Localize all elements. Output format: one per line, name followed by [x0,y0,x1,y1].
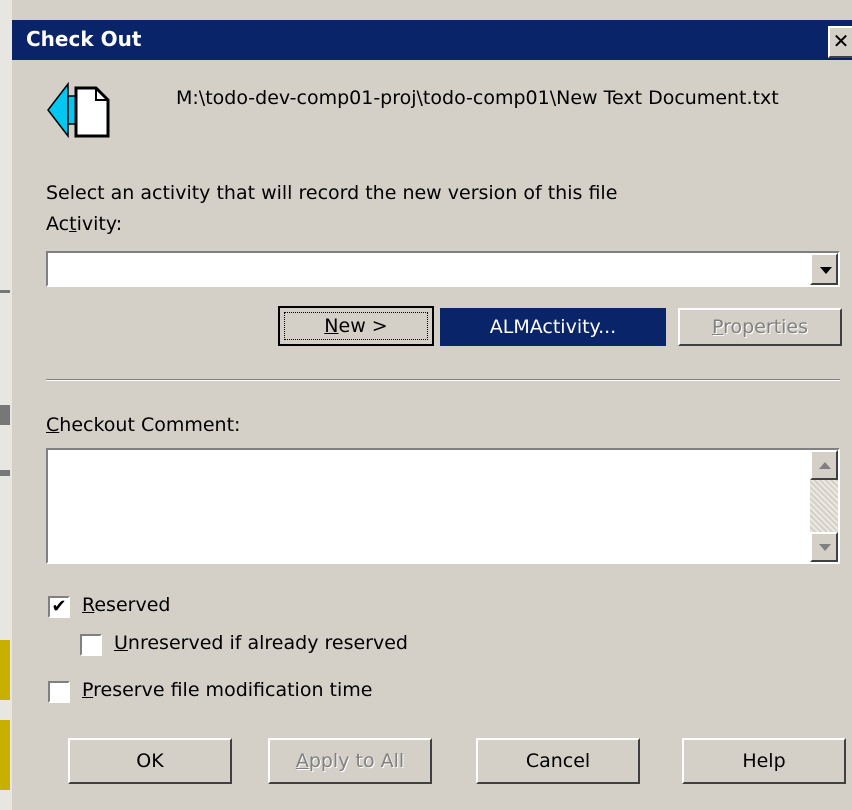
activity-combo[interactable] [46,251,840,287]
background-mark [0,405,10,425]
activity-prompt: Select an activity that will record the … [46,182,618,204]
preserve-time-label: Preserve file modification time [82,679,373,701]
unreserved-label: Unreserved if already reserved [114,632,408,654]
background-mark [0,470,10,476]
preserve-time-checkbox[interactable] [48,681,70,703]
properties-button[interactable]: Properties [678,308,842,346]
background-mark [0,720,10,790]
activity-label: Activity: [46,213,123,235]
scroll-up-icon[interactable] [810,450,838,480]
background-window-strip [0,0,12,810]
close-icon: ✕ [832,29,850,53]
comment-scrollbar[interactable] [810,450,838,562]
alm-activity-button[interactable]: ALMActivity... [440,308,666,346]
reserved-checkbox[interactable]: ✔ [48,596,70,618]
cancel-button[interactable]: Cancel [476,738,640,784]
checkout-comment-label: Checkout Comment: [46,414,241,436]
reserved-label: Reserved [82,594,171,616]
scroll-down-icon[interactable] [810,532,838,562]
checkout-file-icon [47,81,110,139]
chevron-down-icon[interactable] [810,253,838,285]
background-mark [0,640,10,700]
unreserved-checkbox[interactable] [80,634,102,656]
close-button[interactable]: ✕ [828,26,852,58]
help-button[interactable]: Help [682,738,846,784]
checkout-comment-field[interactable] [46,448,840,564]
background-mark [0,290,10,293]
title-bar[interactable]: Check Out ✕ [12,20,852,60]
check-out-dialog: Check Out ✕ M:\todo-dev-comp01-proj\todo… [12,8,852,810]
new-button[interactable]: New > [278,306,434,346]
dialog-title: Check Out [26,27,142,51]
ok-button[interactable]: OK [68,738,232,784]
file-path: M:\todo-dev-comp01-proj\todo-comp01\New … [176,87,779,109]
apply-to-all-button[interactable]: Apply to All [268,738,432,784]
separator [46,379,840,381]
